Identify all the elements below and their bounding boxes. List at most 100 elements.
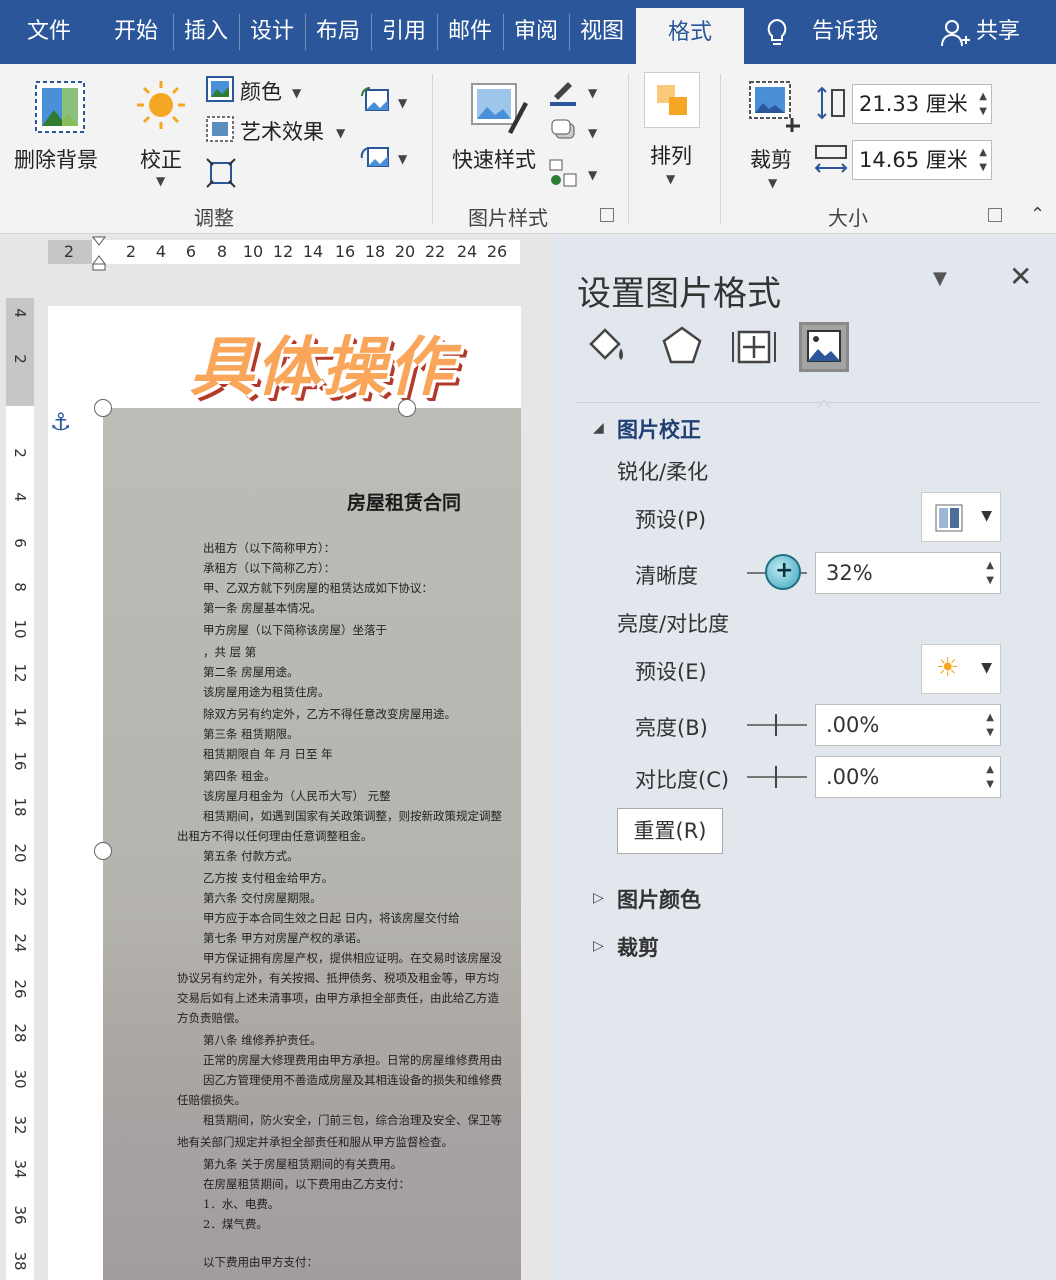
layout-properties-icon[interactable] [729, 322, 779, 372]
dialog-launcher-icon[interactable] [988, 208, 1002, 222]
ruler-tick-label: 10 [11, 619, 29, 639]
contract-line: 承租方（以下简称乙方）： [203, 561, 336, 575]
contract-line: 正常的房屋大修理费用由甲方承担。日常的房屋维修费用由 [203, 1053, 502, 1067]
tab-home[interactable]: 开始 [100, 0, 172, 64]
arrange-button[interactable]: 排列 ▼ [640, 72, 704, 192]
collapsed-triangle-icon[interactable]: ▷ [593, 890, 604, 906]
picture-styles-group-label: 图片样式 [468, 206, 548, 230]
artistic-effects-button[interactable]: 艺术效果 ▼ [204, 114, 354, 148]
contract-line: 1．水、电费。 [203, 1197, 280, 1211]
pane-options-chevron-icon[interactable]: ▼ [933, 268, 947, 289]
resize-handle[interactable] [94, 399, 112, 417]
expanded-triangle-icon[interactable]: ◢ [593, 420, 604, 436]
slider-thumb[interactable] [775, 714, 777, 736]
tab-review[interactable]: 审阅 [504, 0, 568, 64]
sharpen-preset-label: 预设(P) [635, 508, 707, 532]
section-picture-color[interactable]: 图片颜色 [617, 884, 701, 914]
tab-mailings[interactable]: 邮件 [438, 0, 502, 64]
contract-line: 第六条 交付房屋期限。 [203, 891, 322, 905]
crop-label: 裁剪 [750, 148, 792, 172]
sharpness-label: 清晰度 [635, 564, 698, 588]
tab-design[interactable]: 设计 [240, 0, 304, 64]
brightness-label: 亮度(B) [635, 716, 708, 740]
ruler-tick-label: 30 [11, 1069, 29, 1089]
picture-icon [807, 330, 841, 362]
contract-picture[interactable]: 房屋租赁合同 出租方（以下简称甲方）： 承租方（以下简称乙方）： 甲、乙双方就下列房… [103, 408, 521, 1280]
section-crop[interactable]: 裁剪 [617, 932, 659, 962]
crop-button[interactable]: 裁剪 ▼ [740, 72, 810, 192]
shape-height-icon [817, 86, 845, 120]
spin-arrows-icon[interactable]: ▲ ▼ [979, 145, 987, 175]
dialog-launcher-icon[interactable] [600, 208, 614, 222]
picture-tab-icon[interactable] [799, 322, 849, 372]
sharpen-soften-heading: 锐化/柔化 [617, 460, 709, 484]
remove-background-button[interactable]: 删除背景 [10, 72, 110, 192]
corrections-button[interactable]: 校正 ▼ [126, 72, 196, 192]
brightness-slider[interactable] [747, 714, 807, 736]
slider-thumb-icon[interactable]: + [765, 554, 801, 590]
brightness-preset-dropdown[interactable]: ☀ ▼ [921, 644, 1001, 694]
reset-button[interactable]: 重置(R) [617, 808, 723, 854]
ruler-tick-label: 24 [456, 242, 478, 261]
tab-view[interactable]: 视图 [570, 0, 634, 64]
color-button[interactable]: 颜色 ▼ [204, 74, 314, 108]
sharpness-input[interactable]: 32% ▲ ▼ [815, 552, 1001, 594]
tab-insert[interactable]: 插入 [174, 0, 238, 64]
picture-layout-button[interactable]: ▼ [548, 158, 604, 188]
ruler-tick-label: 28 [11, 1023, 29, 1043]
contract-line: 第一条 房屋基本情况。 [203, 601, 322, 615]
shape-width-input[interactable]: 14.65 厘米 ▲ ▼ [852, 140, 992, 180]
close-icon[interactable]: ✕ [1009, 260, 1032, 293]
ruler-tick-label: 38 [11, 1251, 29, 1271]
ruler-tick-label: 2 [125, 242, 137, 261]
quick-styles-button[interactable]: 快速样式 [448, 72, 544, 192]
contract-line: 该房屋用途为租赁住房。 [203, 685, 330, 699]
contrast-slider[interactable] [747, 766, 807, 788]
ruler-tick-label: 6 [11, 538, 29, 548]
collapse-ribbon-icon[interactable]: ⌃ [1030, 204, 1045, 225]
spin-arrows-icon[interactable]: ▲ ▼ [986, 710, 994, 740]
share-label: 共享 [976, 19, 1021, 44]
contract-line: 租赁期间，如遇到国家有关政策调整，则按新政策规定调整 [203, 809, 502, 823]
fill-line-icon[interactable] [581, 322, 631, 372]
tab-references[interactable]: 引用 [372, 0, 436, 64]
contract-line: ，共 层 第 [203, 645, 257, 659]
contract-line: 第五条 付款方式。 [203, 849, 299, 863]
slider-thumb[interactable] [775, 766, 777, 788]
ribbon: 删除背景 校正 ▼ 颜色 ▼ 艺术效果 ▼ ▼ ▼ 调整 快速样式 ▼ ▼ ▼ … [0, 64, 1056, 234]
brightness-input[interactable]: .00% ▲ ▼ [815, 704, 1001, 746]
tab-format[interactable]: 格式 [636, 8, 744, 64]
pen-border-icon [550, 82, 576, 106]
contract-line: 第八条 维修养护责任。 [203, 1033, 322, 1047]
spin-arrows-icon[interactable]: ▲ ▼ [986, 762, 994, 792]
effects-pentagon-icon[interactable] [657, 322, 707, 372]
tell-me-box[interactable]: 告诉我 [760, 0, 900, 64]
indent-marker[interactable] [92, 236, 106, 272]
contract-line: 出租方（以下简称甲方）： [203, 541, 336, 555]
spin-arrows-icon[interactable]: ▲ ▼ [979, 89, 987, 119]
resize-handle[interactable] [94, 842, 112, 860]
collapsed-triangle-icon[interactable]: ▷ [593, 938, 604, 954]
reset-picture-button[interactable]: ▼ [360, 142, 410, 172]
shape-height-input[interactable]: 21.33 厘米 ▲ ▼ [852, 84, 992, 124]
size-group-label: 大小 [828, 206, 868, 230]
ruler-tick-label: 2 [11, 354, 29, 364]
banner-title: 具体操作 [190, 331, 454, 405]
sharpen-preset-dropdown[interactable]: ▼ [921, 492, 1001, 542]
resize-handle[interactable] [398, 399, 416, 417]
change-picture-button[interactable]: ▼ [360, 86, 410, 116]
spin-arrows-icon[interactable]: ▲ ▼ [986, 558, 994, 588]
contrast-input[interactable]: .00% ▲ ▼ [815, 756, 1001, 798]
picture-border-button[interactable]: ▼ [548, 76, 604, 106]
tab-layout[interactable]: 布局 [306, 0, 370, 64]
tab-file[interactable]: 文件 [8, 0, 90, 64]
section-picture-corrections[interactable]: 图片校正 [617, 414, 701, 444]
picture-effects-icon [551, 119, 575, 139]
chevron-down-icon: ▼ [666, 172, 676, 186]
picture-effects-button[interactable]: ▼ [548, 116, 604, 146]
share-button[interactable]: 共享 [936, 0, 1046, 64]
contract-line: 甲方保证拥有房屋产权，提供相应证明。在交易时该房屋没 [203, 951, 502, 965]
pane-title: 设置图片格式 [577, 274, 781, 314]
ruler-tick-label: 4 [11, 308, 29, 318]
compress-pictures-icon[interactable] [206, 158, 236, 188]
